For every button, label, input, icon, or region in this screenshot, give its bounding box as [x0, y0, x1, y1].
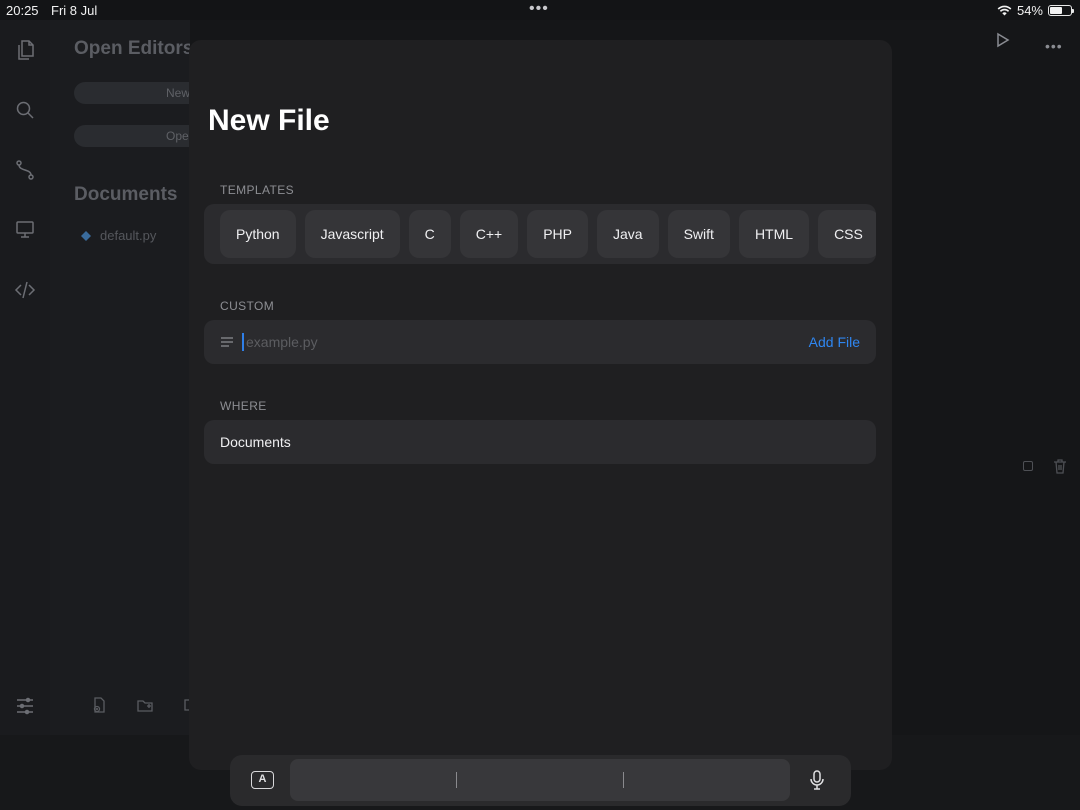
- new-file-sheet: New File TEMPLATES Python Javascript C C…: [189, 40, 892, 770]
- custom-filename-input[interactable]: [242, 333, 809, 351]
- templates-group: Python Javascript C C++ PHP Java Swift H…: [204, 204, 876, 264]
- new-file-icon[interactable]: [90, 696, 108, 714]
- trash-icon[interactable]: [1053, 458, 1067, 474]
- battery-percent: 54%: [1016, 3, 1043, 18]
- microphone-icon[interactable]: [808, 769, 826, 791]
- wifi-icon: [997, 5, 1012, 16]
- status-bar: 20:25 Fri 8 Jul ••• 54%: [0, 0, 1080, 20]
- keyboard-shortcut-bar: A: [230, 755, 851, 806]
- more-options-icon[interactable]: •••: [1045, 38, 1063, 54]
- template-java[interactable]: Java: [597, 210, 659, 258]
- code-icon[interactable]: [13, 278, 37, 302]
- sheet-title: New File: [208, 104, 330, 137]
- remote-monitor-icon[interactable]: [13, 218, 37, 242]
- where-value: Documents: [220, 434, 291, 450]
- settings-sliders-icon[interactable]: [13, 694, 37, 718]
- square-icon[interactable]: [1023, 461, 1033, 471]
- activity-bar: [0, 20, 50, 735]
- where-group[interactable]: Documents: [204, 420, 876, 464]
- status-date: Fri 8 Jul: [51, 3, 98, 18]
- predictive-text-bar[interactable]: [290, 759, 790, 801]
- template-cpp[interactable]: C++: [459, 210, 519, 258]
- explorer-files-icon[interactable]: [13, 38, 37, 62]
- template-c[interactable]: C: [408, 210, 451, 258]
- file-name: default.py: [100, 228, 157, 243]
- template-php[interactable]: PHP: [527, 210, 589, 258]
- add-file-button[interactable]: Add File: [809, 334, 860, 350]
- sidebar: Open Editors New Open Documents default.…: [50, 20, 214, 735]
- templates-scroller[interactable]: Python Javascript C C++ PHP Java Swift H…: [204, 204, 876, 264]
- python-icon: [81, 230, 91, 241]
- open-editors-title: Open Editors: [74, 38, 194, 59]
- text-lines-icon: [221, 337, 233, 347]
- templates-label: TEMPLATES: [220, 183, 295, 197]
- template-swift[interactable]: Swift: [667, 210, 730, 258]
- template-python[interactable]: Python: [220, 210, 296, 258]
- template-html[interactable]: HTML: [738, 210, 810, 258]
- custom-group: Add File: [204, 320, 876, 364]
- where-label: WHERE: [220, 399, 267, 413]
- keyboard-toggle-icon[interactable]: A: [251, 771, 274, 789]
- run-icon[interactable]: [993, 31, 1011, 49]
- file-item[interactable]: default.py: [80, 228, 156, 243]
- new-folder-icon[interactable]: [136, 696, 154, 714]
- template-css[interactable]: CSS: [818, 210, 876, 258]
- documents-title: Documents: [74, 184, 178, 205]
- multitasking-dots-icon[interactable]: •••: [529, 0, 549, 18]
- search-icon[interactable]: [13, 98, 37, 122]
- status-indicators: 54%: [997, 3, 1074, 18]
- status-time: 20:25: [6, 3, 39, 18]
- battery-icon: [1048, 5, 1074, 16]
- source-control-icon[interactable]: [13, 158, 37, 182]
- custom-label: CUSTOM: [220, 299, 275, 313]
- template-javascript[interactable]: Javascript: [304, 210, 400, 258]
